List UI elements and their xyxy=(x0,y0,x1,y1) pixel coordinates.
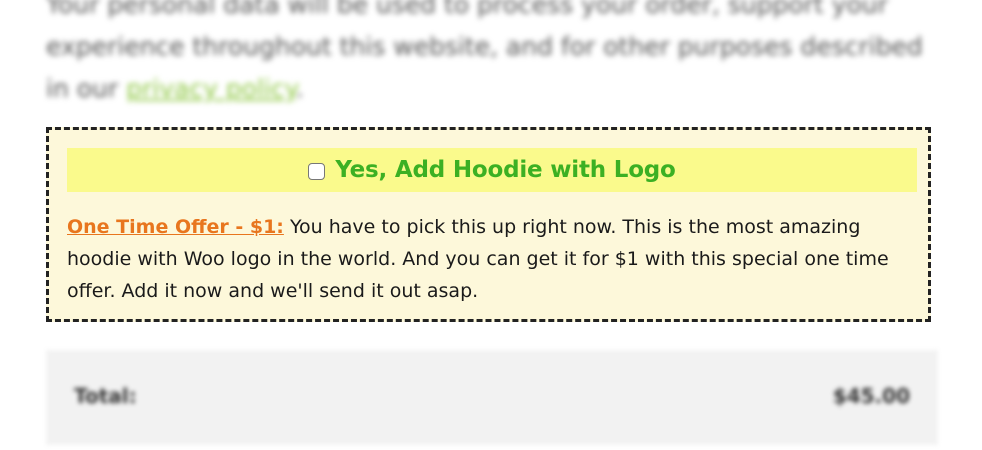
total-label: Total: xyxy=(74,384,137,408)
offer-checkbox[interactable] xyxy=(308,163,326,180)
offer-lead: One Time Offer - $1: xyxy=(67,216,284,238)
privacy-notice-trailing: . xyxy=(295,74,304,103)
privacy-notice: Your personal data will be used to proce… xyxy=(46,0,946,110)
offer-header[interactable]: Yes, Add Hoodie with Logo xyxy=(67,148,917,192)
offer-title[interactable]: Yes, Add Hoodie with Logo xyxy=(335,157,676,183)
offer-description: One Time Offer - $1: You have to pick th… xyxy=(67,211,917,307)
privacy-policy-link[interactable]: privacy policy xyxy=(126,74,296,103)
order-total-row: Total: $45.00 xyxy=(46,350,938,445)
order-bump-offer: Yes, Add Hoodie with Logo One Time Offer… xyxy=(46,127,931,322)
checkout-page: Your personal data will be used to proce… xyxy=(0,0,982,450)
total-value: $45.00 xyxy=(832,384,910,408)
